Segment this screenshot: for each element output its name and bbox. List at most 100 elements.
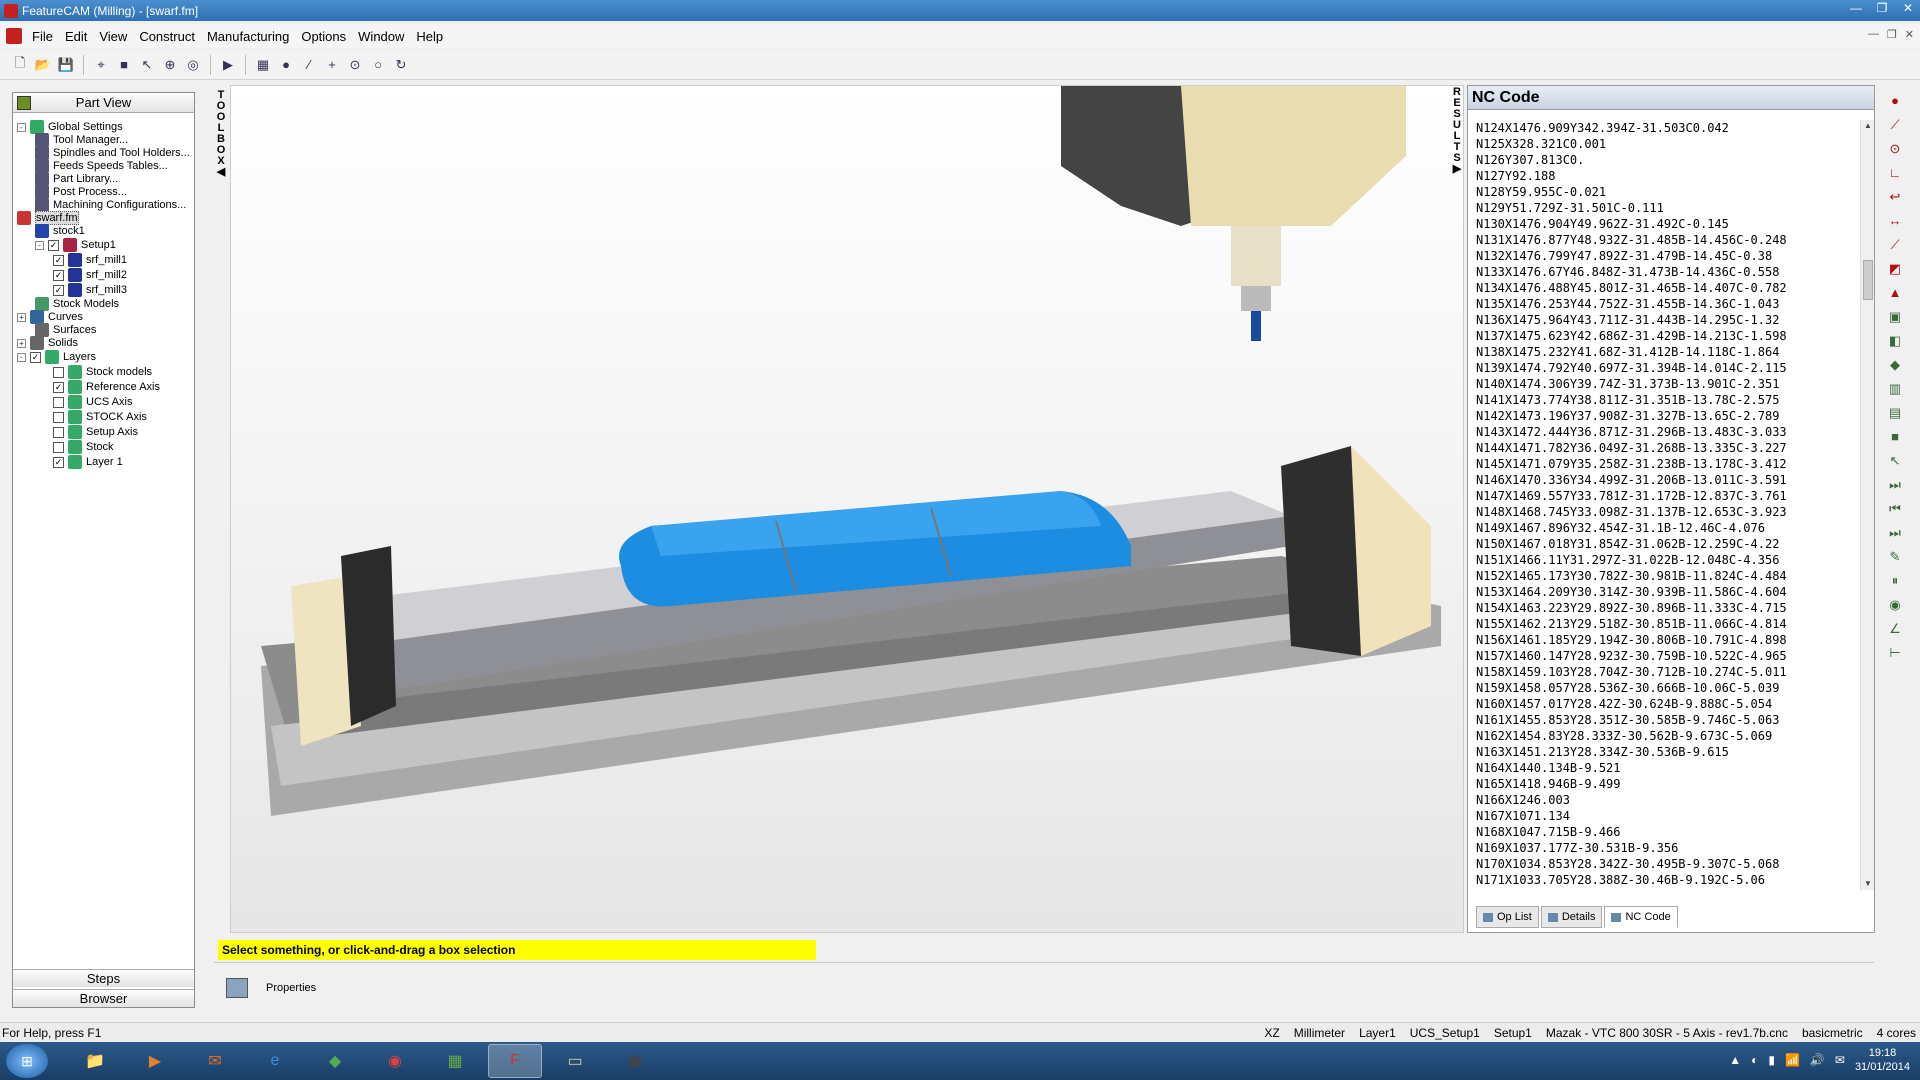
nc-code-line[interactable]: N154X1463.223Y29.892Z-30.896B-11.333C-4.… <box>1476 600 1860 616</box>
tree-item-layers[interactable]: - ✓ Layers <box>17 349 96 365</box>
start-button[interactable]: ⊞ <box>6 1044 48 1078</box>
nc-code-line[interactable]: N140X1474.306Y39.74Z-31.373B-13.901C-2.3… <box>1476 376 1860 392</box>
taskbar-app-app9-icon[interactable]: ▭ <box>548 1044 602 1078</box>
side-tool-icon[interactable]: ⟋ <box>1886 116 1904 133</box>
visibility-checkbox[interactable]: ✓ <box>53 456 64 468</box>
tree-item-setup1[interactable]: - ✓ Setup1 <box>35 237 116 253</box>
menu-options[interactable]: Options <box>295 29 352 44</box>
tree-item-setup-axis[interactable]: Setup Axis <box>53 424 138 440</box>
tab-op-list[interactable]: Op List <box>1476 906 1539 928</box>
nc-code-line[interactable]: N155X1462.213Y29.518Z-30.851B-11.066C-4.… <box>1476 616 1860 632</box>
side-tool-icon[interactable]: ⏸ <box>1886 572 1904 589</box>
menu-help[interactable]: Help <box>410 29 449 44</box>
nc-code-line[interactable]: N158X1459.103Y28.704Z-30.712B-10.274C-5.… <box>1476 664 1860 680</box>
visibility-checkbox[interactable]: ✓ <box>53 381 64 393</box>
nc-code-line[interactable]: N170X1034.853Y28.342Z-30.495B-9.307C-5.0… <box>1476 856 1860 872</box>
side-tool-icon[interactable]: ⏭ <box>1886 476 1904 493</box>
side-tool-icon[interactable]: ⟋ <box>1886 236 1904 253</box>
nc-code-line[interactable]: N151X1466.11Y31.297Z-31.022B-12.048C-4.3… <box>1476 552 1860 568</box>
nc-code-line[interactable]: N135X1476.253Y44.752Z-31.455B-14.36C-1.0… <box>1476 296 1860 312</box>
tray-icon[interactable]: 🔊 <box>1810 1053 1825 1067</box>
color-icon[interactable]: ■ <box>114 55 134 75</box>
nc-code-list[interactable]: N124X1476.909Y342.394Z-31.503C0.042 N125X… <box>1468 120 1860 890</box>
side-tool-icon[interactable]: ▤ <box>1886 404 1904 421</box>
side-tool-icon[interactable]: ∟ <box>1886 164 1904 181</box>
tray-icon[interactable]: 📶 <box>1785 1053 1800 1067</box>
visibility-checkbox[interactable] <box>53 411 64 423</box>
menu-edit[interactable]: Edit <box>59 29 93 44</box>
nc-code-line[interactable]: N157X1460.147Y28.923Z-30.759B-10.522C-4.… <box>1476 648 1860 664</box>
nc-code-line[interactable]: N145X1471.079Y35.258Z-31.238B-13.178C-3.… <box>1476 456 1860 472</box>
taskbar-app-app7-icon[interactable]: ▦ <box>428 1044 482 1078</box>
visibility-checkbox[interactable]: ✓ <box>53 269 64 281</box>
new-icon[interactable]: 🗋 <box>10 55 30 75</box>
nc-code-line[interactable]: N161X1455.853Y28.351Z-30.585B-9.746C-5.0… <box>1476 712 1860 728</box>
side-tool-icon[interactable]: ▥ <box>1886 380 1904 397</box>
close-button[interactable]: ✕ <box>1900 2 1916 16</box>
snap-icon[interactable]: ⌖ <box>91 55 111 75</box>
nc-code-line[interactable]: N152X1465.173Y30.782Z-30.981B-11.824C-4.… <box>1476 568 1860 584</box>
nc-code-line[interactable]: N144X1471.782Y36.049Z-31.268B-13.335C-3.… <box>1476 440 1860 456</box>
scroll-thumb[interactable] <box>1863 260 1873 300</box>
nc-code-line[interactable]: N132X1476.799Y47.892Z-31.479B-14.45C-0.3… <box>1476 248 1860 264</box>
tree-expander-icon[interactable]: - <box>17 352 26 362</box>
side-tool-icon[interactable]: ⊢ <box>1886 644 1904 661</box>
part-view-header[interactable]: Part View <box>13 93 194 113</box>
side-tool-icon[interactable]: ⏭ <box>1886 524 1904 541</box>
menu-view[interactable]: View <box>93 29 133 44</box>
nc-code-line[interactable]: N168X1047.715B-9.466 <box>1476 824 1860 840</box>
toolbar-icon[interactable]: ↻ <box>391 55 411 75</box>
side-tool-icon[interactable]: ⊙ <box>1886 140 1904 157</box>
taskbar-app-ie-icon[interactable]: e <box>248 1044 302 1078</box>
side-tool-icon[interactable]: ● <box>1886 92 1904 109</box>
nc-code-line[interactable]: N159X1458.057Y28.536Z-30.666B-10.06C-5.0… <box>1476 680 1860 696</box>
nc-code-line[interactable]: N125X328.321C0.001 <box>1476 136 1860 152</box>
minimize-button[interactable]: — <box>1848 2 1864 16</box>
nc-code-line[interactable]: N138X1475.232Y41.68Z-31.412B-14.118C-1.8… <box>1476 344 1860 360</box>
side-tool-icon[interactable]: ◩ <box>1886 260 1904 277</box>
nc-code-line[interactable]: N139X1474.792Y40.697Z-31.394B-14.014C-2.… <box>1476 360 1860 376</box>
mdi-close-button[interactable]: ✕ <box>1905 28 1914 41</box>
nc-code-line[interactable]: N136X1475.964Y43.711Z-31.443B-14.295C-1.… <box>1476 312 1860 328</box>
side-tool-icon[interactable]: ↩ <box>1886 188 1904 205</box>
line-icon[interactable]: ⁄ <box>299 55 319 75</box>
nc-code-line[interactable]: N128Y59.955C-0.021 <box>1476 184 1860 200</box>
mdi-minimize-button[interactable]: — <box>1868 28 1879 41</box>
side-tool-icon[interactable]: ▣ <box>1886 308 1904 325</box>
zoom-icon[interactable]: ⊕ <box>160 55 180 75</box>
side-tool-icon[interactable]: ⏮ <box>1886 500 1904 517</box>
tree-item-stock-axis[interactable]: STOCK Axis <box>53 409 147 425</box>
nc-code-line[interactable]: N124X1476.909Y342.394Z-31.503C0.042 <box>1476 120 1860 136</box>
document-system-icon[interactable] <box>6 28 22 44</box>
nc-code-line[interactable]: N166X1246.003 <box>1476 792 1860 808</box>
arc-icon[interactable]: ⊙ <box>345 55 365 75</box>
open-icon[interactable]: 📂 <box>33 55 53 75</box>
tree-item-stock-models[interactable]: Stock models <box>53 364 152 380</box>
side-tool-icon[interactable]: ◆ <box>1886 356 1904 373</box>
nc-code-line[interactable]: N142X1473.196Y37.908Z-31.327B-13.65C-2.7… <box>1476 408 1860 424</box>
point-icon[interactable]: ● <box>276 55 296 75</box>
tray-icon[interactable]: ▮ <box>1768 1053 1775 1067</box>
visibility-checkbox[interactable]: ✓ <box>53 254 64 266</box>
nc-scrollbar[interactable]: ▲ ▼ <box>1860 120 1874 890</box>
menu-construct[interactable]: Construct <box>133 29 201 44</box>
tray-icon[interactable]: ▲ <box>1729 1053 1741 1067</box>
taskbar-app-outlook-icon[interactable]: ✉ <box>188 1044 242 1078</box>
nc-code-line[interactable]: N162X1454.83Y28.333Z-30.562B-9.673C-5.06… <box>1476 728 1860 744</box>
nc-code-line[interactable]: N127Y92.188 <box>1476 168 1860 184</box>
visibility-checkbox[interactable]: ✓ <box>30 351 41 363</box>
properties-icon[interactable] <box>226 978 248 998</box>
toolbox-toggle[interactable]: T O O L B O X ◀ <box>213 90 229 182</box>
steps-tab[interactable]: Steps <box>13 969 194 987</box>
nc-code-line[interactable]: N134X1476.488Y45.801Z-31.465B-14.407C-0.… <box>1476 280 1860 296</box>
visibility-checkbox[interactable] <box>53 366 64 378</box>
nc-code-line[interactable]: N153X1464.209Y30.314Z-30.939B-11.586C-4.… <box>1476 584 1860 600</box>
tree-item-srf-mill1[interactable]: ✓ srf_mill1 <box>53 252 127 268</box>
visibility-checkbox[interactable] <box>53 396 64 408</box>
tree-expander-icon[interactable]: - <box>35 240 44 250</box>
menu-manufacturing[interactable]: Manufacturing <box>201 29 295 44</box>
nc-code-line[interactable]: N156X1461.185Y29.194Z-30.806B-10.791C-4.… <box>1476 632 1860 648</box>
tree-expander-icon[interactable]: + <box>17 312 26 322</box>
nc-code-line[interactable]: N171X1033.705Y28.388Z-30.46B-9.192C-5.06 <box>1476 872 1860 888</box>
tree-item-stock[interactable]: Stock <box>53 439 114 455</box>
